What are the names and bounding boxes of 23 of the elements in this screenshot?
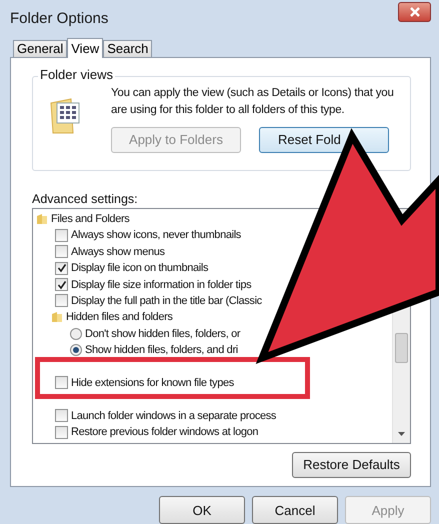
dialog-button[interactable]: OK: [159, 496, 245, 524]
restore-defaults-button[interactable]: Restore Defaults: [292, 452, 411, 478]
tab[interactable]: Search: [103, 40, 152, 57]
option-label: Restore previous folder windows at logon: [71, 426, 258, 438]
reset-folders-button[interactable]: Reset Fold: [259, 126, 389, 153]
option-label: Show hidden files, folders, and dri: [85, 344, 238, 356]
option-label: Display file icon on thumbnails: [71, 262, 208, 274]
option-label: Display file size information in folder tips: [71, 278, 252, 290]
tab[interactable]: View: [67, 38, 104, 58]
section-label: Advanced settings:: [32, 192, 139, 207]
option-label: Always show menus: [71, 246, 165, 258]
window-title: Folder Options: [10, 10, 108, 28]
group-title: Folder views: [38, 66, 115, 82]
group-label: Files and Folders: [51, 212, 130, 225]
dialog-button[interactable]: Cancel: [252, 496, 338, 524]
option-label: Display the full path in the title bar (Classic: [71, 294, 262, 307]
option-label: Hide extensions for known file types: [71, 376, 234, 389]
option-label: Don't show hidden files, folders, or: [85, 328, 240, 340]
tab[interactable]: General: [13, 40, 68, 57]
group-label: Hidden files and folders: [66, 311, 173, 324]
description-text: You can apply the view (such as Details or Icons) that you are using for this folder to all folders of this type.: [111, 86, 395, 118]
option-label: Launch folder windows in a separate process: [71, 410, 276, 422]
option-label: Always show icons, never thumbnails: [71, 229, 241, 242]
